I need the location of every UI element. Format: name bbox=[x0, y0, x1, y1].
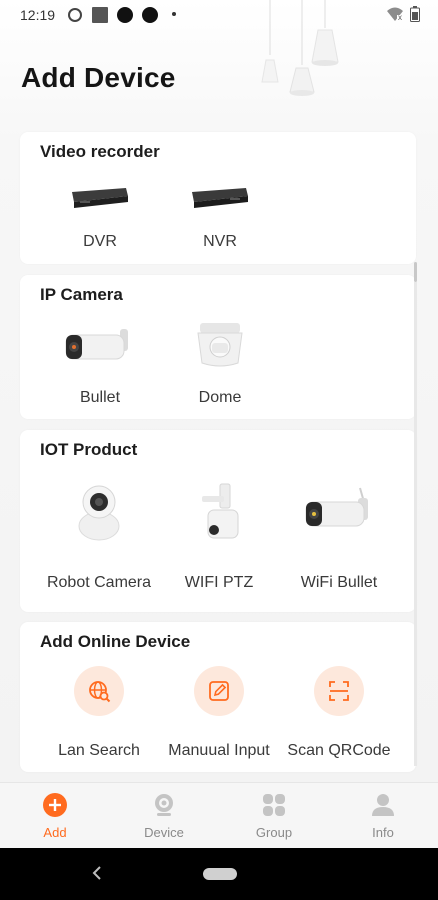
page-title: Add Device bbox=[21, 62, 176, 93]
wifi-bullet-item[interactable]: WiFi Bullet bbox=[280, 480, 398, 600]
dome-camera-icon bbox=[197, 323, 243, 367]
nav-group-label: Group bbox=[255, 825, 293, 840]
group-icon bbox=[263, 794, 285, 816]
manual-input-label: Manuual Input bbox=[168, 742, 270, 759]
svg-text:x: x bbox=[398, 13, 402, 22]
app-notification-icon-2 bbox=[142, 7, 158, 23]
status-bar: 12:19 x bbox=[0, 0, 438, 30]
wifi-bullet-label: WiFi Bullet bbox=[300, 574, 378, 591]
gallery-notification-icon bbox=[92, 7, 108, 23]
robot-camera-icon bbox=[78, 485, 120, 541]
online-device-card: Add Online Device Lan Search Manuual Inp… bbox=[20, 622, 416, 772]
dvr-item[interactable]: DVR bbox=[50, 178, 150, 258]
lan-search-item[interactable]: Lan Search bbox=[40, 666, 158, 766]
app-notification-icon bbox=[117, 7, 133, 23]
scrollbar-thumb[interactable] bbox=[414, 262, 417, 282]
iot-product-card: IOT Product Robot Camera WIFI PTZ WiFi B… bbox=[20, 430, 416, 612]
bottom-navigation: Add Device Group Info bbox=[0, 782, 438, 848]
wifi-icon: x bbox=[387, 7, 403, 22]
online-device-title: Add Online Device bbox=[40, 632, 191, 651]
add-icon bbox=[43, 793, 67, 817]
wifi-ptz-label: WIFI PTZ bbox=[184, 574, 254, 591]
globe-search-icon bbox=[89, 681, 111, 703]
scan-qrcode-circle bbox=[314, 666, 364, 716]
hanging-lamps-decoration bbox=[261, 0, 339, 96]
nav-info-label: Info bbox=[372, 825, 394, 840]
edit-icon bbox=[209, 681, 229, 701]
nav-add[interactable]: Add bbox=[0, 783, 110, 849]
robot-camera-label: Robot Camera bbox=[46, 574, 152, 591]
dome-label: Dome bbox=[198, 389, 242, 406]
nav-device[interactable]: Device bbox=[109, 783, 219, 849]
wifi-ptz-item[interactable]: WIFI PTZ bbox=[160, 480, 278, 600]
iot-product-title: IOT Product bbox=[40, 440, 138, 459]
video-recorder-title: Video recorder bbox=[40, 142, 160, 161]
lan-search-circle bbox=[74, 666, 124, 716]
manual-input-item[interactable]: Manuual Input bbox=[160, 666, 278, 766]
scan-qrcode-label: Scan QRCode bbox=[287, 742, 391, 759]
more-notifications-icon bbox=[172, 12, 176, 16]
nav-info[interactable]: Info bbox=[328, 783, 438, 849]
scrollbar-track[interactable] bbox=[414, 282, 417, 766]
manual-input-circle bbox=[194, 666, 244, 716]
nav-device-label: Device bbox=[144, 825, 184, 840]
video-recorder-card: Video recorder DVR NVR bbox=[20, 132, 416, 264]
battery-icon bbox=[410, 6, 420, 22]
nav-group[interactable]: Group bbox=[219, 783, 329, 849]
nav-add-label: Add bbox=[43, 825, 67, 840]
nvr-icon bbox=[192, 188, 248, 208]
lan-search-label: Lan Search bbox=[58, 742, 140, 759]
ip-camera-card: IP Camera Bullet Dome bbox=[20, 275, 416, 419]
dvr-icon bbox=[72, 188, 128, 208]
device-icon bbox=[155, 794, 173, 816]
bullet-label: Bullet bbox=[79, 389, 121, 406]
home-pill[interactable] bbox=[203, 868, 237, 880]
status-time: 12:19 bbox=[20, 7, 56, 23]
bullet-item[interactable]: Bullet bbox=[50, 317, 150, 413]
back-icon[interactable] bbox=[90, 862, 104, 884]
data-saver-icon bbox=[68, 8, 82, 22]
nvr-label: NVR bbox=[203, 233, 237, 250]
system-navigation-bar bbox=[0, 848, 438, 900]
dvr-label: DVR bbox=[83, 233, 117, 250]
wifi-ptz-icon bbox=[202, 483, 239, 539]
robot-camera-item[interactable]: Robot Camera bbox=[40, 480, 158, 600]
scan-qrcode-item[interactable]: Scan QRCode bbox=[280, 666, 398, 766]
bullet-camera-icon bbox=[65, 329, 128, 360]
screen: 12:19 x Add Device Video recorder DVR NV… bbox=[0, 0, 438, 900]
nvr-item[interactable]: NVR bbox=[170, 178, 270, 258]
scan-icon bbox=[329, 681, 349, 701]
ip-camera-title: IP Camera bbox=[40, 285, 123, 304]
wifi-bullet-icon bbox=[305, 487, 368, 527]
person-icon bbox=[372, 794, 394, 816]
dome-item[interactable]: Dome bbox=[170, 317, 270, 413]
